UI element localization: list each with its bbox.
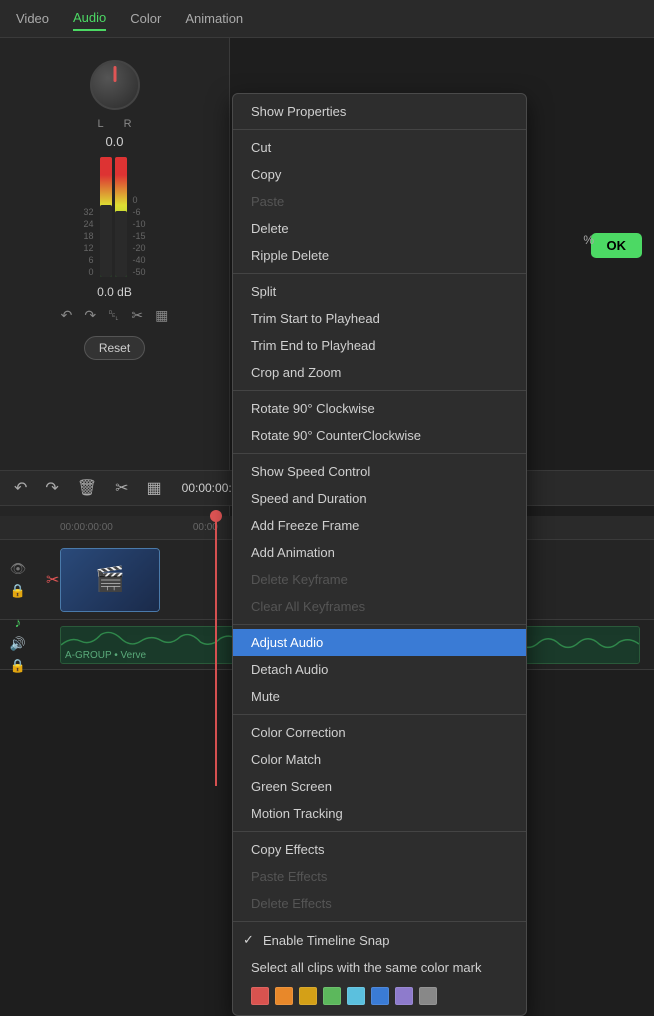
crop-tl-btn[interactable]: ▦ xyxy=(141,474,168,502)
check-icon: ✓ xyxy=(243,932,257,948)
sep-5 xyxy=(233,624,526,625)
menu-delete-effects[interactable]: Delete Effects xyxy=(233,890,526,917)
menu-color-match[interactable]: Color Match xyxy=(233,746,526,773)
delete-btn[interactable]: ␡ xyxy=(106,305,121,326)
audio-track-speaker-btn[interactable]: 🔊 xyxy=(10,636,26,652)
menu-paste[interactable]: Paste xyxy=(233,188,526,215)
video-track-eye-btn[interactable]: 👁 xyxy=(10,561,27,577)
sep-2 xyxy=(233,273,526,274)
color-swatches xyxy=(233,981,526,1011)
menu-enable-snap[interactable]: ✓ Enable Timeline Snap xyxy=(233,926,526,954)
menu-cut[interactable]: Cut xyxy=(233,134,526,161)
video-track-lock-btn[interactable]: 🔒 xyxy=(10,583,26,599)
meter-bar-left xyxy=(100,157,112,277)
swatch-cyan[interactable] xyxy=(347,987,365,1005)
top-nav: Video Audio Color Animation xyxy=(0,0,654,38)
context-menu: Show Properties Cut Copy Paste Delete Ri… xyxy=(232,93,527,1016)
meter-labels-left: 32 24 18 12 6 0 xyxy=(83,207,93,277)
menu-detach-audio[interactable]: Detach Audio xyxy=(233,656,526,683)
sep-6 xyxy=(233,714,526,715)
ruler-label: 00:00:00:00 xyxy=(60,522,113,533)
menu-show-properties[interactable]: Show Properties xyxy=(233,98,526,125)
menu-split[interactable]: Split xyxy=(233,278,526,305)
swatch-blue[interactable] xyxy=(371,987,389,1005)
video-clip[interactable]: 🎬 xyxy=(60,548,160,612)
audio-track-note-btn[interactable]: ♪ xyxy=(15,615,22,630)
swatch-green[interactable] xyxy=(323,987,341,1005)
main-area: L R 0.0 32 24 18 12 6 0 0 xyxy=(0,38,654,786)
audio-knob[interactable] xyxy=(90,60,140,110)
undo-timeline-btn[interactable]: ↶ xyxy=(8,474,33,502)
menu-crop-zoom[interactable]: Crop and Zoom xyxy=(233,359,526,386)
sep-3 xyxy=(233,390,526,391)
nav-animation[interactable]: Animation xyxy=(185,7,243,30)
swatch-purple[interactable] xyxy=(395,987,413,1005)
r-label: R xyxy=(124,118,132,130)
menu-copy[interactable]: Copy xyxy=(233,161,526,188)
redo-btn[interactable]: ↷ xyxy=(82,305,98,326)
undo-btn[interactable]: ↶ xyxy=(59,305,75,326)
scissors-indicator: ✂ xyxy=(46,570,59,590)
meter-labels-right: 0 -6 -10 -15 -20 -40 -50 xyxy=(133,195,146,277)
percent-display: % xyxy=(583,233,594,247)
menu-delete-keyframe[interactable]: Delete Keyframe xyxy=(233,566,526,593)
menu-green-screen[interactable]: Green Screen xyxy=(233,773,526,800)
db-display: 0.0 dB xyxy=(97,285,132,299)
scissors-ctrl-btn[interactable]: ✂ xyxy=(129,305,145,326)
sep-8 xyxy=(233,921,526,922)
menu-trim-start[interactable]: Trim Start to Playhead xyxy=(233,305,526,332)
scissors-tl-btn[interactable]: ✂ xyxy=(109,474,134,502)
audio-clip-label: A-GROUP • Verve xyxy=(65,650,146,661)
menu-clear-keyframes[interactable]: Clear All Keyframes xyxy=(233,593,526,620)
menu-rotate-cw[interactable]: Rotate 90° Clockwise xyxy=(233,395,526,422)
nav-color[interactable]: Color xyxy=(130,7,161,30)
menu-mute[interactable]: Mute xyxy=(233,683,526,710)
menu-adjust-audio[interactable]: Adjust Audio xyxy=(233,629,526,656)
redo-timeline-btn[interactable]: ↷ xyxy=(39,474,64,502)
menu-freeze-frame[interactable]: Add Freeze Frame xyxy=(233,512,526,539)
audio-track-icons: ♪ 🔊 🔒 xyxy=(0,611,36,678)
meter-bars xyxy=(100,157,127,277)
menu-paste-effects[interactable]: Paste Effects xyxy=(233,863,526,890)
ok-button[interactable]: OK xyxy=(591,233,643,258)
sep-7 xyxy=(233,831,526,832)
swatch-red[interactable] xyxy=(251,987,269,1005)
playhead[interactable] xyxy=(215,516,217,786)
enable-snap-label: Enable Timeline Snap xyxy=(263,933,389,948)
menu-speed-control[interactable]: Show Speed Control xyxy=(233,458,526,485)
lr-labels: L R xyxy=(97,118,131,130)
audio-track-lock-btn[interactable]: 🔒 xyxy=(10,658,26,674)
menu-speed-duration[interactable]: Speed and Duration xyxy=(233,485,526,512)
sep-4 xyxy=(233,453,526,454)
nav-video[interactable]: Video xyxy=(16,7,49,30)
menu-motion-tracking[interactable]: Motion Tracking xyxy=(233,800,526,827)
swatch-yellow[interactable] xyxy=(299,987,317,1005)
audio-knob-area: L R 0.0 32 24 18 12 6 0 0 xyxy=(12,50,217,370)
menu-delete[interactable]: Delete xyxy=(233,215,526,242)
meter-area: 32 24 18 12 6 0 0 -6 -10 -15 -20 xyxy=(83,157,145,277)
menu-trim-end[interactable]: Trim End to Playhead xyxy=(233,332,526,359)
audio-bottom-controls: ↶ ↷ ␡ ✂ ▦ xyxy=(59,305,171,326)
reset-button[interactable]: Reset xyxy=(84,336,145,360)
menu-select-same-color[interactable]: Select all clips with the same color mar… xyxy=(233,954,526,981)
swatch-gray[interactable] xyxy=(419,987,437,1005)
l-label: L xyxy=(97,118,103,130)
menu-color-correction[interactable]: Color Correction xyxy=(233,719,526,746)
menu-ripple-delete[interactable]: Ripple Delete xyxy=(233,242,526,269)
crop-btn[interactable]: ▦ xyxy=(153,305,170,326)
trash-btn[interactable]: 🗑 xyxy=(71,474,103,502)
nav-audio[interactable]: Audio xyxy=(73,6,106,31)
menu-rotate-ccw[interactable]: Rotate 90° CounterClockwise xyxy=(233,422,526,449)
meter-bar-right xyxy=(115,157,127,277)
sep-1 xyxy=(233,129,526,130)
menu-add-animation[interactable]: Add Animation xyxy=(233,539,526,566)
video-track-icons: 👁 🔒 xyxy=(0,557,36,603)
volume-display: 0.0 xyxy=(105,134,123,149)
swatch-orange[interactable] xyxy=(275,987,293,1005)
menu-copy-effects[interactable]: Copy Effects xyxy=(233,836,526,863)
